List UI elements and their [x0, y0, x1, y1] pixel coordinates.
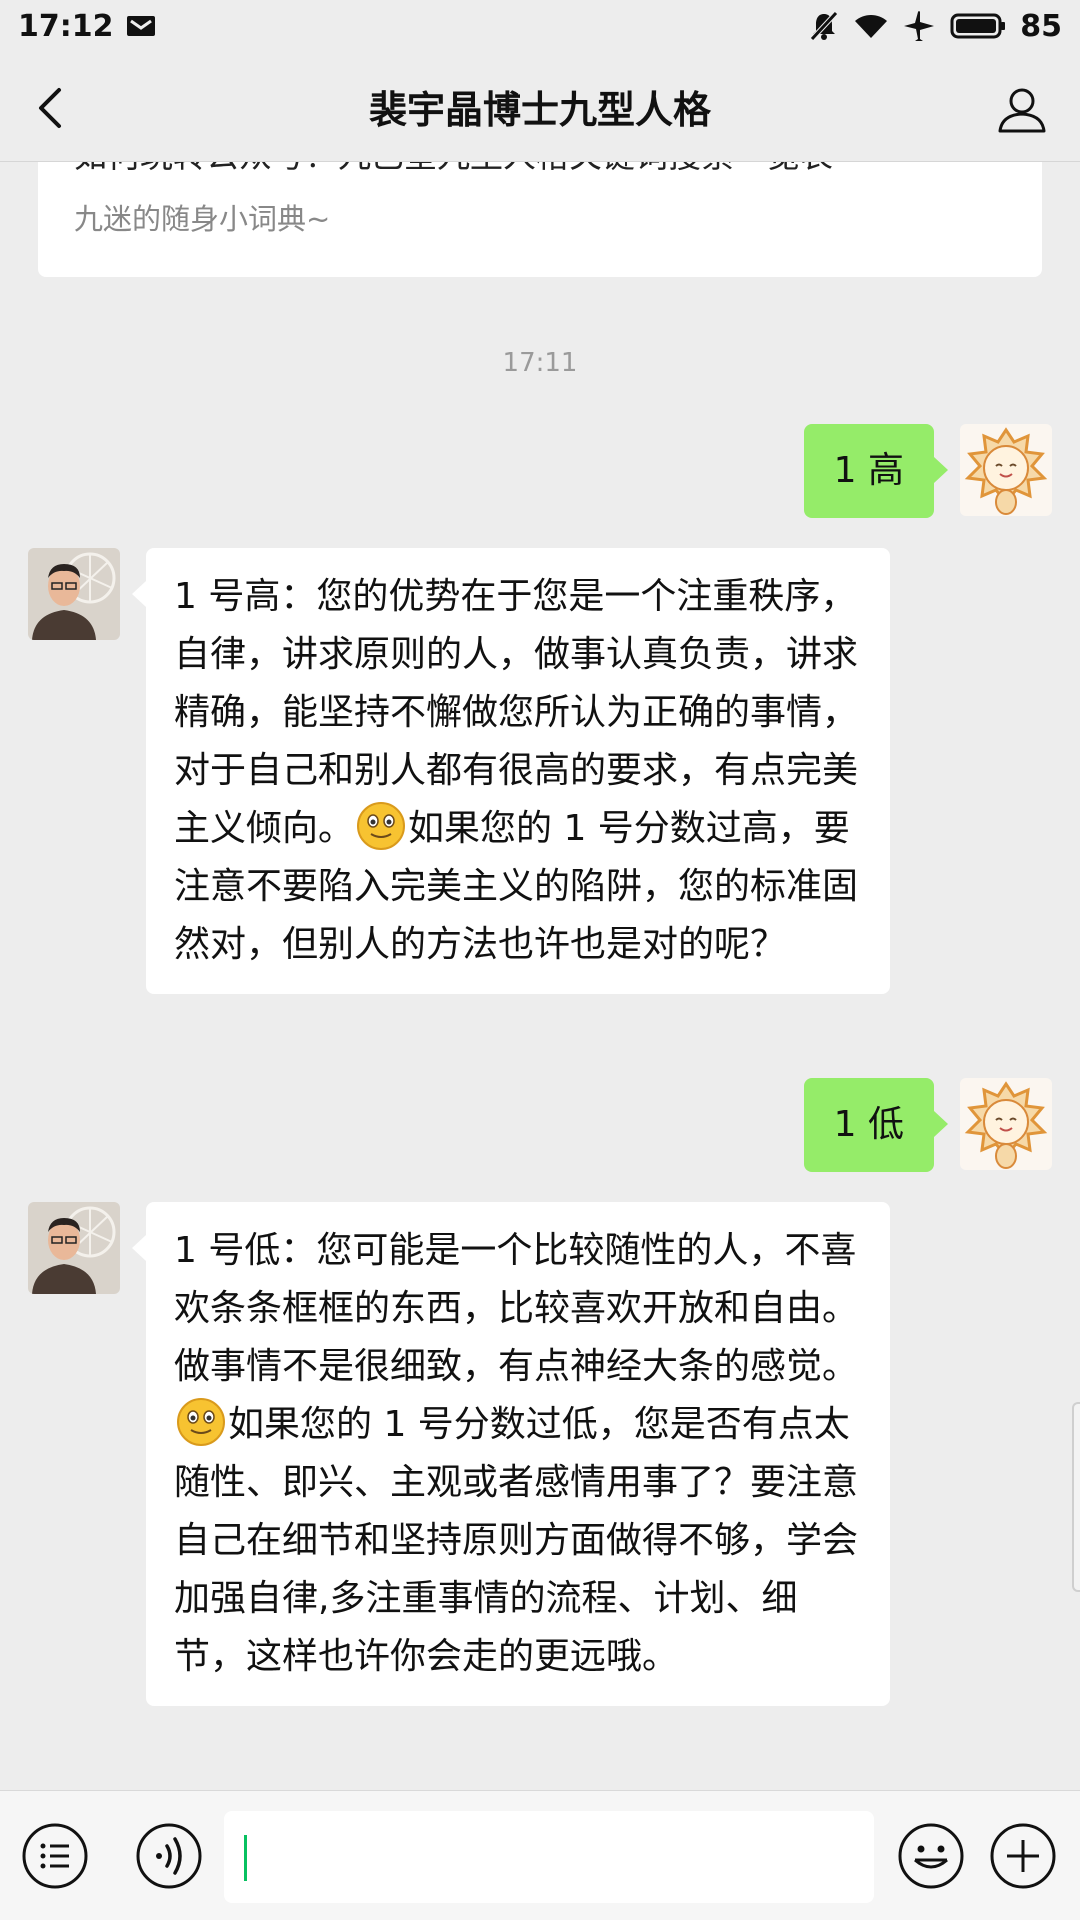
battery-icon	[950, 12, 1006, 40]
sent-bubble[interactable]: 1 低	[803, 1078, 949, 1172]
article-title: 如何玩转公众号？九巳星九型人格关键词搜索一览表	[74, 162, 1006, 182]
back-button[interactable]	[22, 80, 78, 136]
message-received: 1 号高：您的优势在于您是一个注重秩序，自律，讲求原则的人，做事认真负责，讲求精…	[28, 548, 890, 994]
person-icon	[998, 88, 1046, 133]
wifi-icon	[854, 12, 888, 40]
received-bubble[interactable]: 1 号低：您可能是一个比较随性的人，不喜欢条条框框的东西，比较喜欢开放和自由。做…	[132, 1202, 890, 1706]
profile-button[interactable]	[994, 82, 1050, 138]
emoji-button[interactable]	[896, 1821, 966, 1891]
smiling-emoji-icon	[176, 1397, 226, 1447]
chevron-left-icon	[39, 88, 61, 128]
voice-icon	[136, 1823, 202, 1889]
voice-button[interactable]	[134, 1821, 204, 1891]
input-bar	[0, 1790, 1080, 1920]
text-cursor	[244, 1835, 247, 1881]
message-input[interactable]	[224, 1811, 874, 1903]
my-avatar[interactable]	[960, 424, 1052, 516]
message-sent: 1 高	[803, 424, 1052, 518]
chat-area[interactable]: 如何玩转公众号？九巳星九型人格关键词搜索一览表 九迷的随身小词典~ 17:11 …	[0, 162, 1080, 1790]
received-bubble[interactable]: 1 号高：您的优势在于您是一个注重秩序，自律，讲求原则的人，做事认真负责，讲求精…	[132, 548, 890, 994]
mute-icon	[808, 10, 840, 42]
contact-avatar[interactable]	[28, 548, 120, 640]
battery-level: 85	[1020, 8, 1062, 44]
page-title: 裴宇晶博士九型人格	[368, 88, 711, 132]
menu-button[interactable]	[20, 1821, 90, 1891]
sent-bubble[interactable]: 1 高	[803, 424, 949, 518]
scrollbar[interactable]	[1072, 1402, 1080, 1592]
article-card[interactable]: 如何玩转公众号？九巳星九型人格关键词搜索一览表 九迷的随身小词典~	[38, 162, 1042, 277]
nav-bar: 裴宇晶博士九型人格	[0, 52, 1080, 162]
message-text: 如果您的 1 号分数过低，您是否有点太随性、即兴、主观或者感情用事了？要注意自己…	[174, 1404, 859, 1677]
more-button[interactable]	[988, 1821, 1058, 1891]
message-sent: 1 低	[803, 1078, 1052, 1172]
airplane-icon	[902, 10, 936, 42]
message-text: 1 号低：您可能是一个比较随性的人，不喜欢条条框框的东西，比较喜欢开放和自由。做…	[174, 1230, 859, 1387]
contact-avatar[interactable]	[28, 1202, 120, 1294]
message-received: 1 号低：您可能是一个比较随性的人，不喜欢条条框框的东西，比较喜欢开放和自由。做…	[28, 1202, 890, 1706]
message-icon	[126, 13, 156, 39]
status-bar: 17:12 85	[0, 0, 1080, 52]
article-subtitle: 九迷的随身小词典~	[74, 202, 331, 236]
emoji-icon	[898, 1823, 964, 1889]
status-time: 17:12	[18, 8, 114, 44]
smiling-emoji-icon	[356, 801, 406, 851]
my-avatar[interactable]	[960, 1078, 1052, 1170]
menu-list-icon	[22, 1823, 88, 1889]
message-timestamp: 17:11	[502, 348, 578, 378]
plus-icon	[990, 1823, 1056, 1889]
